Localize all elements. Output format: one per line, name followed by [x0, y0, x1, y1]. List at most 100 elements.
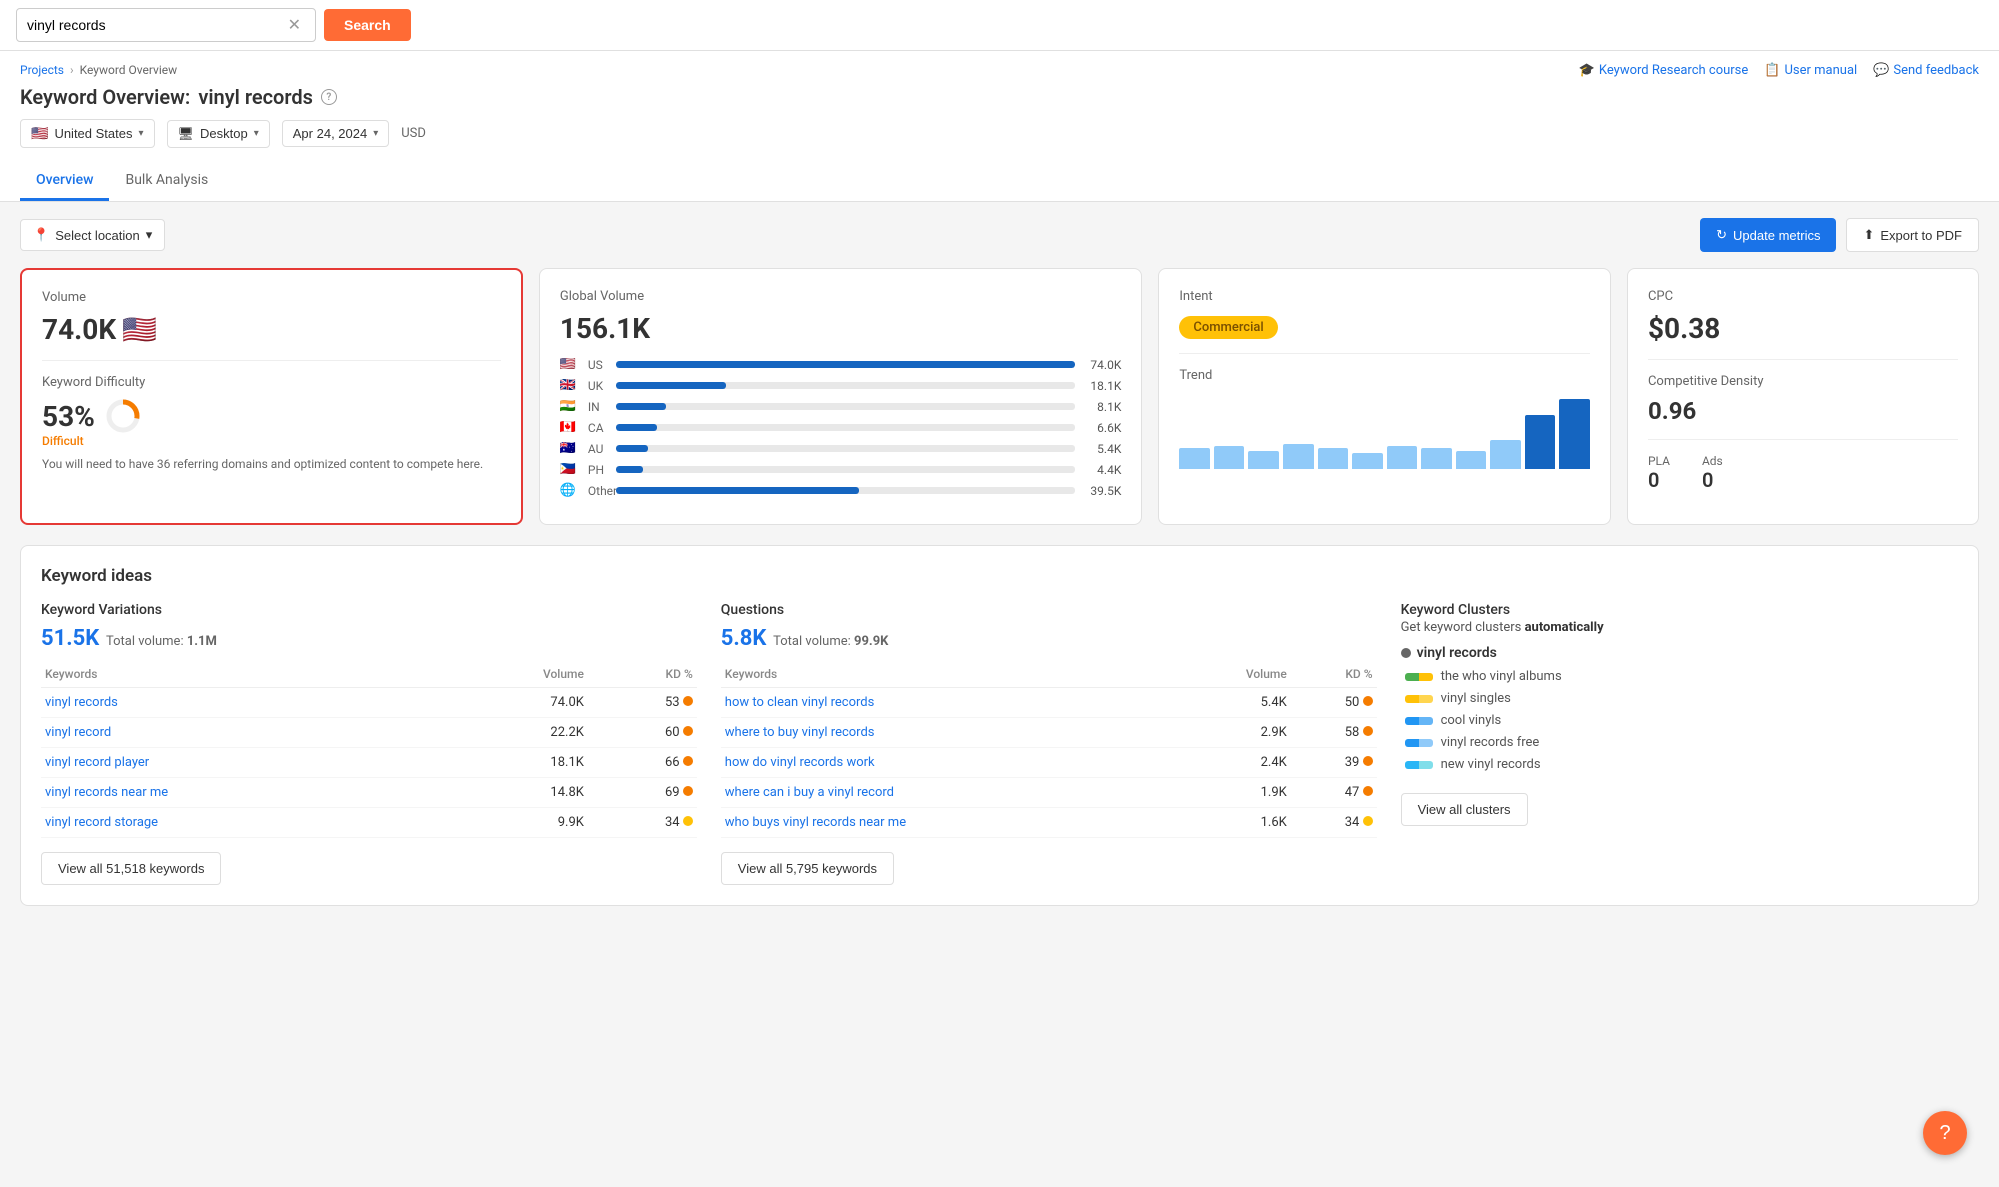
- question-link[interactable]: how to clean vinyl records: [725, 695, 875, 710]
- kd-cell: 66: [588, 748, 697, 778]
- view-all-questions-button[interactable]: View all 5,795 keywords: [721, 852, 894, 885]
- question-link[interactable]: where to buy vinyl records: [725, 725, 875, 740]
- kd-label: Keyword Difficulty: [42, 375, 501, 390]
- country-label: United States: [54, 126, 132, 141]
- us-flag-icon: 🇺🇸: [122, 313, 157, 346]
- kd-dot: [1363, 816, 1373, 826]
- location-label: Select location: [55, 228, 140, 243]
- trend-bar: [1283, 444, 1314, 469]
- page-title: Keyword Overview: vinyl records ?: [20, 85, 426, 109]
- breadcrumb: Projects › Keyword Overview: [20, 63, 426, 77]
- kd-dot: [1363, 756, 1373, 766]
- volume-cell: 9.9K: [439, 808, 588, 838]
- kd-row: 53%: [42, 398, 501, 434]
- country-flag-CA: 🇨🇦: [560, 420, 580, 435]
- table-row: vinyl records near me 14.8K 69: [41, 778, 697, 808]
- tab-bulk-analysis[interactable]: Bulk Analysis: [109, 162, 224, 201]
- questions-col-kd: KD %: [1291, 661, 1377, 688]
- table-row: how to clean vinyl records 5.4K 50: [721, 688, 1377, 718]
- manual-label: User manual: [1784, 63, 1857, 78]
- breadcrumb-current: Keyword Overview: [80, 63, 178, 77]
- questions-table: Keywords Volume KD % how to clean vinyl …: [721, 661, 1377, 838]
- kd-dot: [1363, 786, 1373, 796]
- kd-cell: 58: [1291, 718, 1377, 748]
- location-select-button[interactable]: 📍 Select location ▾: [20, 219, 165, 251]
- bar-fill-IN: [616, 403, 667, 410]
- volume-kd-card: Volume 74.0K 🇺🇸 Keyword Difficulty 53% D…: [20, 268, 523, 525]
- question-link[interactable]: who buys vinyl records near me: [725, 815, 906, 830]
- country-bar-row: 🇮🇳 IN 8.1K: [560, 399, 1121, 414]
- variations-total-label: Total volume: 1.1M: [103, 634, 217, 649]
- export-label: Export to PDF: [1880, 228, 1962, 243]
- keyword-link[interactable]: vinyl records near me: [45, 785, 168, 800]
- view-all-variations-button[interactable]: View all 51,518 keywords: [41, 852, 221, 885]
- country-flag-US: 🇺🇸: [560, 357, 580, 372]
- bar-track-IN: [616, 403, 1075, 410]
- volume-cell: 18.1K: [439, 748, 588, 778]
- country-flag-AU: 🇦🇺: [560, 441, 580, 456]
- search-input-wrap: ✕: [16, 8, 316, 42]
- question-link[interactable]: how do vinyl records work: [725, 755, 875, 770]
- country-bar-row: 🇨🇦 CA 6.6K: [560, 420, 1121, 435]
- country-filter[interactable]: 🇺🇸 United States ▾: [20, 119, 155, 148]
- search-button[interactable]: Search: [324, 9, 411, 41]
- keyword-link[interactable]: vinyl record storage: [45, 815, 158, 830]
- feedback-icon: 💬: [1873, 63, 1889, 78]
- country-flag-IN: 🇮🇳: [560, 399, 580, 414]
- bar-fill-AU: [616, 445, 648, 452]
- kd-dot: [683, 696, 693, 706]
- clear-search-button[interactable]: ✕: [284, 15, 305, 35]
- trend-bar: [1248, 451, 1279, 469]
- list-item: the who vinyl albums: [1401, 669, 1958, 684]
- user-manual-link[interactable]: 📋 User manual: [1764, 63, 1857, 78]
- breadcrumb-projects[interactable]: Projects: [20, 63, 64, 77]
- export-pdf-button[interactable]: ⬆ Export to PDF: [1846, 218, 1979, 252]
- country-flag-Other: 🌐: [560, 483, 580, 498]
- kd-donut-chart: [105, 398, 141, 434]
- bar-track-UK: [616, 382, 1075, 389]
- kd-value: 53%: [42, 400, 95, 433]
- device-chevron-icon: ▾: [254, 128, 259, 139]
- kd-cell: 69: [588, 778, 697, 808]
- update-metrics-button[interactable]: ↻ Update metrics: [1700, 218, 1836, 252]
- cd-value: 0.96: [1648, 397, 1958, 425]
- ads-value: 0: [1702, 468, 1723, 492]
- cpc-card: CPC $0.38 Competitive Density 0.96 PLA 0…: [1627, 268, 1979, 525]
- kd-dot: [1363, 726, 1373, 736]
- cluster-item-label: the who vinyl albums: [1441, 669, 1562, 684]
- keyword-link[interactable]: vinyl records: [45, 695, 118, 710]
- export-icon: ⬆: [1863, 227, 1874, 243]
- keyword-link[interactable]: vinyl record player: [45, 755, 149, 770]
- country-flag: 🇺🇸: [31, 125, 48, 142]
- keyword-link[interactable]: vinyl record: [45, 725, 111, 740]
- keyword-course-link[interactable]: 🎓 Keyword Research course: [1579, 63, 1749, 78]
- volume-cell: 1.9K: [1174, 778, 1291, 808]
- trend-bar: [1352, 453, 1383, 469]
- volume-value: 74.0K 🇺🇸: [42, 313, 501, 346]
- cluster-items: the who vinyl albums vinyl singles cool …: [1401, 669, 1958, 772]
- intent-badge: Commercial: [1179, 316, 1277, 339]
- tab-overview[interactable]: Overview: [20, 162, 109, 201]
- help-fab-button[interactable]: ?: [1923, 1111, 1967, 1155]
- send-feedback-link[interactable]: 💬 Send feedback: [1873, 63, 1979, 78]
- view-all-clusters-button[interactable]: View all clusters: [1401, 793, 1528, 826]
- trend-bar: [1559, 399, 1590, 469]
- date-filter[interactable]: Apr 24, 2024 ▾: [282, 120, 389, 147]
- country-val-IN: 8.1K: [1083, 400, 1121, 414]
- device-filter[interactable]: 🖥 Desktop ▾: [167, 120, 270, 148]
- bar-track-Other: [616, 487, 1075, 494]
- list-item: new vinyl records: [1401, 757, 1958, 772]
- cluster-item-label: new vinyl records: [1441, 757, 1541, 772]
- search-input[interactable]: [27, 17, 284, 33]
- course-label: Keyword Research course: [1599, 63, 1748, 78]
- keyword-ideas-title: Keyword ideas: [41, 566, 1958, 586]
- cluster-color-bar: [1405, 761, 1433, 769]
- info-icon[interactable]: ?: [321, 89, 337, 105]
- volume-cell: 74.0K: [439, 688, 588, 718]
- question-link[interactable]: where can i buy a vinyl record: [725, 785, 894, 800]
- cluster-parent-dot: [1401, 648, 1411, 658]
- kd-dot: [683, 756, 693, 766]
- nav-tabs: Overview Bulk Analysis: [20, 162, 1979, 201]
- variations-col-keywords: Keywords: [41, 661, 439, 688]
- country-bar-row: 🇦🇺 AU 5.4K: [560, 441, 1121, 456]
